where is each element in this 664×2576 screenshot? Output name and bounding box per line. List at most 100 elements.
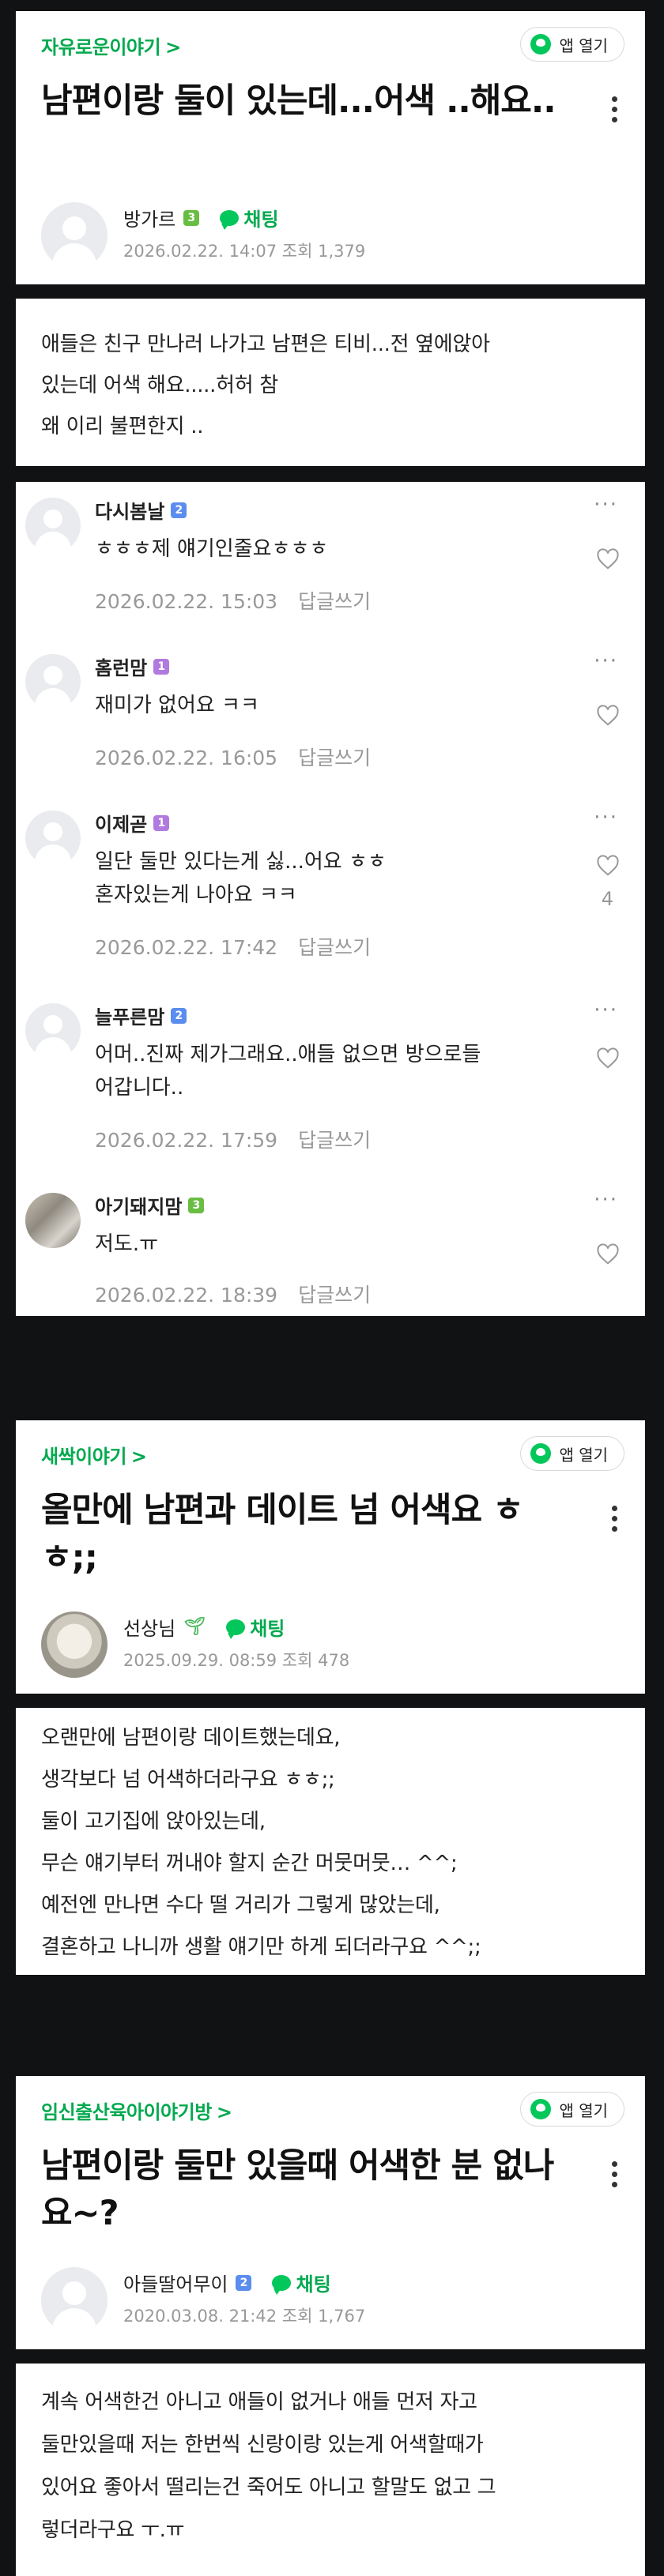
level-badge: 1: [153, 814, 170, 831]
category-link[interactable]: 자유로운이야기 >: [41, 32, 181, 59]
comment-item: 다시봄날 2 ··· ㅎㅎㅎ제 얘기인줄요ㅎㅎㅎ 2026.02.22. 15:0…: [16, 490, 645, 632]
comment-item: 늘푸른맘 2 ··· 어머..진짜 제가그래요..애들 없으면 방으로들 어갑니다.…: [16, 995, 645, 1169]
more-options-icon[interactable]: ···: [594, 651, 618, 671]
level-badge: 2: [171, 1007, 187, 1024]
comment-date: 2026.02.22. 17:42: [95, 936, 278, 959]
author-name[interactable]: 아들딸어무이: [123, 2269, 228, 2296]
post-meta: 2025.09.29. 08:59 조회 478: [123, 1651, 350, 1670]
comment-author[interactable]: 다시봄날: [95, 496, 164, 524]
app-logo-icon: [530, 1443, 552, 1464]
comment-author[interactable]: 이제곧: [95, 809, 147, 837]
level-badge: 1: [153, 658, 170, 675]
app-logo-icon: [530, 2099, 552, 2119]
sprout-icon: 🌱︎: [183, 1617, 206, 1637]
post-header-2: 새싹이야기 > 앱 열기 올만에 남편과 데이트 넘 어색요 ㅎㅎ;; 선상님 🌱︎…: [16, 1420, 645, 1694]
avatar[interactable]: [25, 1193, 81, 1248]
body-line: 예전엔 만나면 수다 떨 거리가 그렇게 많았는데,: [41, 1893, 440, 1917]
comment-item: 이제곧 1 ··· 일단 둘만 있다는게 싫...어요 ㅎㅎ 혼자있는게 나아요 ㅋ…: [16, 803, 645, 976]
more-options-icon[interactable]: [612, 1506, 618, 1536]
author-row: 아들딸어무이 2 채팅 2020.03.08. 21:42 조회 1,767: [41, 2267, 594, 2333]
more-options-icon[interactable]: [612, 96, 618, 127]
open-app-button[interactable]: 앱 열기: [520, 27, 624, 62]
reply-button[interactable]: 답글쓰기: [298, 1284, 371, 1307]
more-options-icon[interactable]: ···: [594, 1190, 618, 1210]
more-options-icon[interactable]: ···: [594, 1000, 618, 1021]
comment-date: 2026.02.22. 15:03: [95, 590, 278, 613]
comment-date: 2026.02.22. 17:59: [95, 1129, 278, 1152]
comment-author[interactable]: 홈런맘: [95, 652, 147, 680]
app-logo-icon: [530, 34, 552, 55]
reply-button[interactable]: 답글쓰기: [298, 746, 371, 769]
heart-icon[interactable]: [596, 548, 620, 570]
heart-icon[interactable]: [596, 705, 620, 727]
chat-bubble-icon: [220, 209, 240, 230]
avatar[interactable]: [41, 1611, 108, 1678]
comment-author[interactable]: 아기돼지맘: [95, 1191, 182, 1219]
post-title: 남편이랑 둘만 있을때 어색한 분 없나요~?: [41, 2146, 554, 2233]
level-badge: 3: [183, 209, 200, 226]
category-link[interactable]: 임신출산육아이야기방 >: [41, 2097, 232, 2124]
chat-button[interactable]: 채팅: [272, 2269, 331, 2296]
avatar[interactable]: [41, 202, 108, 269]
post-body-1: 애들은 친구 만나러 나가고 남편은 티비...전 옆에앉아 있는데 어색 해요…: [16, 299, 645, 466]
more-options-icon[interactable]: ···: [594, 495, 618, 515]
open-app-button[interactable]: 앱 열기: [520, 1436, 624, 1471]
comment-text: ㅎㅎㅎ제 얘기인줄요ㅎㅎㅎ: [95, 537, 329, 561]
heart-icon[interactable]: [596, 1243, 620, 1265]
comment-text: 재미가 없어요 ㅋㅋ: [95, 694, 259, 717]
body-line: 결혼하고 나니까 생활 얘기만 하게 되더라구요 ^^;;: [41, 1935, 481, 1959]
post-header-3: 임신출산육아이야기방 > 앱 열기 남편이랑 둘만 있을때 어색한 분 없나요~?…: [16, 2076, 645, 2349]
level-badge: 2: [236, 2274, 252, 2291]
avatar[interactable]: [25, 498, 81, 553]
chat-bubble-icon: [272, 2274, 292, 2295]
heart-icon[interactable]: [596, 855, 620, 877]
author-row: 방가르 3 채팅 2026.02.22. 14:07 조회 1,379: [41, 202, 594, 269]
heart-icon[interactable]: [596, 1047, 620, 1070]
body-line: 애들은 친구 만나러 나가고 남편은 티비...전 옆에앉아: [41, 333, 490, 356]
comment-date: 2026.02.22. 16:05: [95, 746, 278, 769]
author-row: 선상님 🌱︎ 채팅 2025.09.29. 08:59 조회 478: [41, 1611, 594, 1678]
body-line: 둘만있을때 저는 한번씩 신랑이랑 있는게 어색할때가: [41, 2433, 484, 2457]
post-body-3: 계속 어색한건 아니고 애들이 없거나 애들 먼저 자고 둘만있을때 저는 한번…: [16, 2364, 645, 2576]
reply-button[interactable]: 답글쓰기: [298, 1129, 371, 1152]
comment-text: 어머..진짜 제가그래요..애들 없으면 방으로들 어갑니다..: [95, 1043, 481, 1100]
body-line: 있어요 좋아서 떨리는건 죽어도 아니고 할말도 없고 그: [41, 2476, 496, 2499]
chat-bubble-icon: [226, 1619, 246, 1639]
comment-author[interactable]: 늘푸른맘: [95, 1002, 164, 1029]
more-options-icon[interactable]: [612, 2161, 618, 2192]
chat-button[interactable]: 채팅: [226, 1613, 285, 1641]
comment-list: 다시봄날 2 ··· ㅎㅎㅎ제 얘기인줄요ㅎㅎㅎ 2026.02.22. 15:0…: [16, 482, 645, 1316]
more-options-icon[interactable]: ···: [594, 807, 618, 828]
post-header-1: 자유로운이야기 > 앱 열기 남편이랑 둘이 있는데...어색 ..해요.. 방가…: [16, 11, 645, 284]
chevron-right-icon: >: [165, 36, 181, 58]
comment-text: 일단 둘만 있다는게 싫...어요 ㅎㅎ 혼자있는게 나아요 ㅋㅋ: [95, 850, 387, 907]
body-line: 무슨 얘기부터 꺼내야 할지 순간 머뭇머뭇… ^^;: [41, 1852, 458, 1875]
body-line: 오랜만에 남편이랑 데이트했는데요,: [41, 1726, 341, 1750]
author-name[interactable]: 방가르: [123, 204, 175, 231]
body-line: 계속 어색한건 아니고 애들이 없거나 애들 먼저 자고: [41, 2390, 477, 2414]
avatar[interactable]: [25, 654, 81, 709]
post-meta: 2026.02.22. 14:07 조회 1,379: [123, 242, 366, 261]
author-name[interactable]: 선상님: [123, 1613, 175, 1641]
comment-text: 저도.ㅠ: [95, 1232, 159, 1256]
level-badge: 2: [171, 502, 187, 518]
comment-item: 홈런맘 1 ··· 재미가 없어요 ㅋㅋ 2026.02.22. 16:05 답글쓰…: [16, 646, 645, 788]
body-line: 렇더라구요 ㅜ.ㅠ: [41, 2518, 185, 2542]
reply-button[interactable]: 답글쓰기: [298, 590, 371, 613]
body-line: 둘이 고기집에 앉아있는데,: [41, 1810, 266, 1833]
reply-button[interactable]: 답글쓰기: [298, 936, 371, 959]
body-line: 생각보다 넘 어색하더라구요 ㅎㅎ;;: [41, 1768, 335, 1792]
category-link[interactable]: 새싹이야기 >: [41, 1441, 147, 1469]
level-badge: 3: [188, 1197, 205, 1213]
body-line: 있는데 어색 해요.....허허 참: [41, 374, 278, 397]
post-title: 남편이랑 둘이 있는데...어색 ..해요..: [41, 81, 556, 121]
chat-button[interactable]: 채팅: [220, 204, 278, 231]
post-meta: 2020.03.08. 21:42 조회 1,767: [123, 2307, 366, 2326]
avatar[interactable]: [25, 1003, 81, 1059]
avatar[interactable]: [25, 810, 81, 866]
comment-item: 아기돼지맘 3 ··· 저도.ㅠ 2026.02.22. 18:39 답글쓰기: [16, 1185, 645, 1327]
like-count: 4: [601, 888, 613, 910]
open-app-button[interactable]: 앱 열기: [520, 2092, 624, 2127]
avatar[interactable]: [41, 2267, 108, 2333]
chevron-right-icon: >: [216, 2101, 232, 2123]
